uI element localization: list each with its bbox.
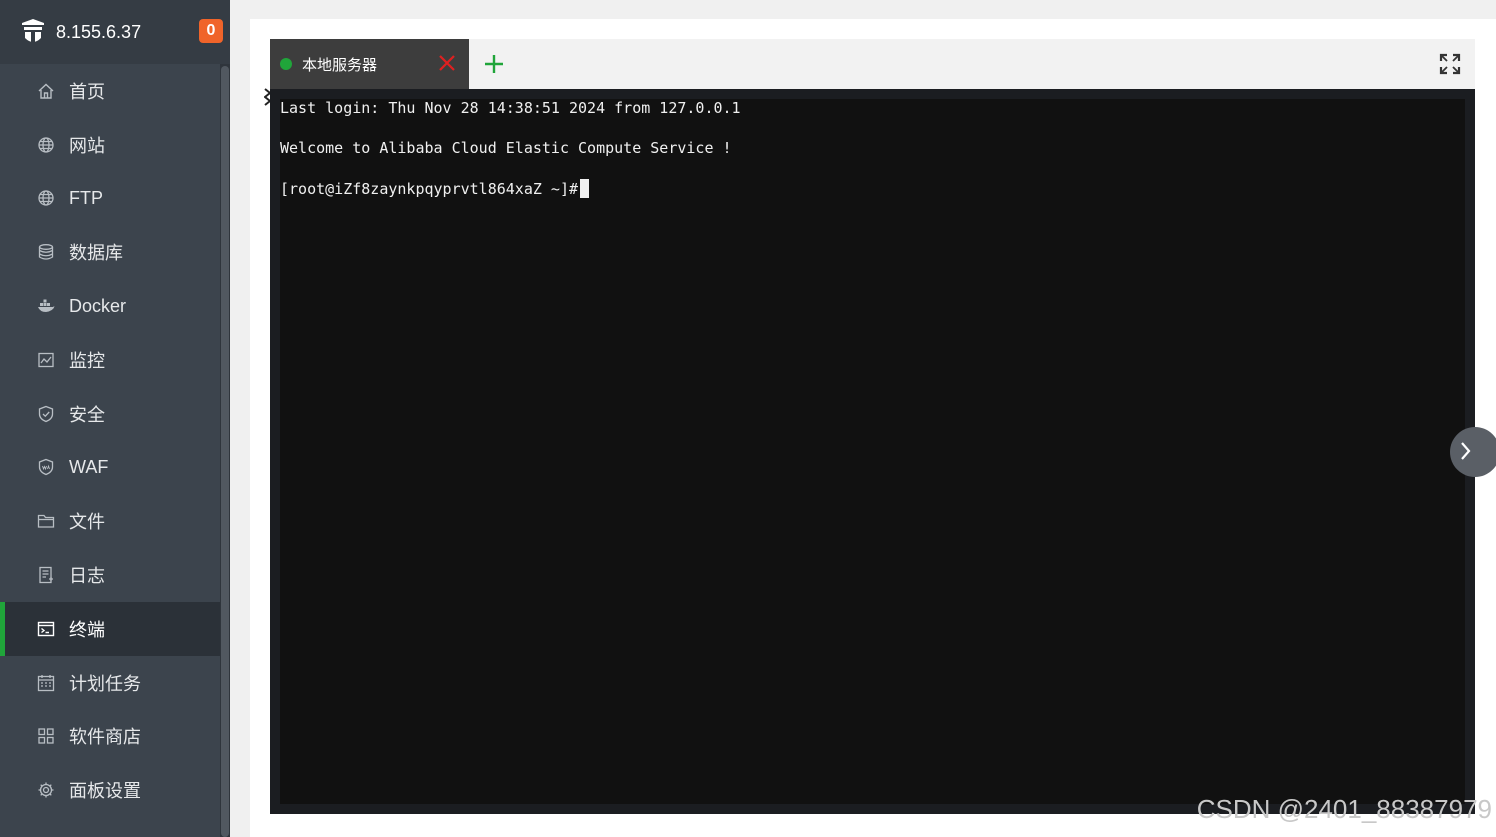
- sidebar-menu: 首页 网站 FTP 数据库 Docker 监控 安全 WAF 文件 日志 终端 …: [0, 64, 220, 817]
- close-icon[interactable]: [437, 53, 457, 73]
- log-file-icon: [37, 566, 55, 584]
- calendar-icon: [37, 674, 55, 692]
- sidebar-item-label: 文件: [69, 512, 105, 533]
- sidebar-item-waf[interactable]: WAF: [0, 441, 220, 495]
- sidebar-item-label: 安全: [69, 404, 105, 425]
- shield-check-icon: [37, 405, 55, 423]
- expand-panel-button[interactable]: [1450, 427, 1496, 477]
- home-icon: [37, 82, 55, 100]
- connection-status-dot: [280, 58, 292, 70]
- sidebar-item-label: FTP: [69, 187, 103, 208]
- terminal-cursor: [580, 179, 590, 198]
- gear-icon: [37, 781, 55, 799]
- monitor-chart-icon: [37, 351, 55, 369]
- sidebar-item-cron[interactable]: 计划任务: [0, 656, 220, 710]
- add-tab-icon[interactable]: [482, 52, 506, 76]
- sidebar-item-settings[interactable]: 面板设置: [0, 763, 220, 817]
- terminal-tab[interactable]: 本地服务器: [270, 39, 469, 89]
- sidebar-item-terminal[interactable]: 终端: [0, 601, 220, 656]
- watermark: CSDN @2401_88387979: [1196, 794, 1492, 824]
- sidebar-header: 8.155.6.37 0: [0, 0, 230, 64]
- docker-icon: [37, 297, 55, 315]
- sidebar-item-logs[interactable]: 日志: [0, 548, 220, 602]
- sidebar-item-label: 首页: [69, 81, 105, 102]
- sidebar-item-database[interactable]: 数据库: [0, 225, 220, 279]
- sidebar-item-website[interactable]: 网站: [0, 118, 220, 172]
- terminal-prompt: [root@iZf8zaynkpqyprvtl864xaZ ~]#: [280, 180, 579, 198]
- tab-label: 本地服务器: [302, 56, 378, 74]
- folder-icon: [37, 512, 55, 530]
- sidebar-item-label: 日志: [69, 566, 105, 587]
- sidebar-item-app-store[interactable]: 软件商店: [0, 710, 220, 764]
- globe-icon: [37, 136, 55, 154]
- sidebar-item-ftp[interactable]: FTP: [0, 172, 220, 226]
- terminal-prompt-line: [root@iZf8zaynkpqyprvtl864xaZ ~]#: [280, 179, 590, 198]
- bt-logo-icon: [22, 19, 44, 43]
- notification-badge[interactable]: 0: [199, 19, 223, 43]
- sidebar-item-label: 终端: [69, 619, 105, 640]
- sidebar-item-security[interactable]: 安全: [0, 387, 220, 441]
- sidebar-item-home[interactable]: 首页: [0, 64, 220, 118]
- app-grid-icon: [37, 727, 55, 745]
- sidebar-item-monitor[interactable]: 监控: [0, 333, 220, 387]
- fullscreen-icon[interactable]: [1439, 53, 1461, 75]
- terminal-screen[interactable]: Last login: Thu Nov 28 14:38:51 2024 fro…: [280, 99, 1465, 804]
- sidebar-item-label: 软件商店: [69, 727, 141, 748]
- sidebar-item-label: 网站: [69, 135, 105, 156]
- server-ip[interactable]: 8.155.6.37: [56, 22, 141, 43]
- sidebar: 8.155.6.37 0 首页 网站 FTP 数据库 Docker 监控 安全 …: [0, 0, 230, 837]
- sidebar-scrollbar-thumb[interactable]: [221, 66, 229, 837]
- sidebar-item-label: 数据库: [69, 243, 123, 264]
- terminal-line: Last login: Thu Nov 28 14:38:51 2024 fro…: [280, 99, 741, 117]
- sidebar-item-docker[interactable]: Docker: [0, 279, 220, 333]
- sidebar-item-files[interactable]: 文件: [0, 494, 220, 548]
- terminal-tab-bar: 本地服务器: [270, 39, 1475, 89]
- terminal-icon: [37, 620, 55, 638]
- waf-shield-icon: [37, 458, 55, 476]
- database-icon: [37, 243, 55, 261]
- chevron-right-icon: [1461, 442, 1471, 460]
- sidebar-item-label: 面板设置: [69, 781, 141, 802]
- sidebar-item-label: Docker: [69, 295, 127, 316]
- sidebar-item-label: 监控: [69, 350, 105, 371]
- terminal-panel: 本地服务器 Last login: Thu Nov 28 14:38:51 20…: [270, 39, 1475, 814]
- ftp-globe-icon: [37, 189, 55, 207]
- sidebar-item-label: WAF: [69, 456, 109, 477]
- terminal-line: Welcome to Alibaba Cloud Elastic Compute…: [280, 139, 732, 157]
- sidebar-item-label: 计划任务: [69, 673, 141, 694]
